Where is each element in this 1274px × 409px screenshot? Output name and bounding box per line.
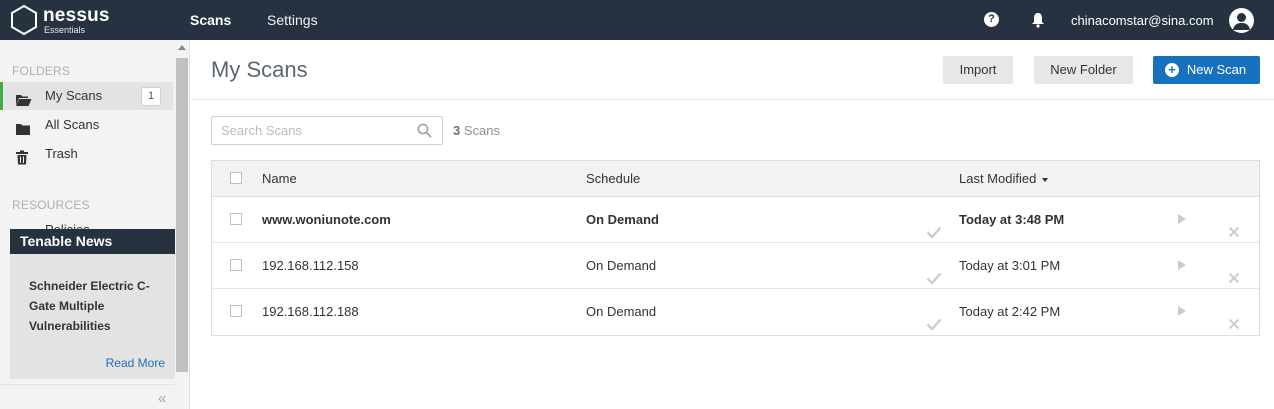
folder-icon bbox=[15, 118, 31, 135]
delete-scan-x-icon[interactable] bbox=[1228, 211, 1240, 238]
notifications-bell-icon[interactable] bbox=[1031, 12, 1047, 28]
resources-heading: RESOURCES bbox=[12, 198, 90, 212]
select-all-checkbox[interactable] bbox=[230, 172, 242, 184]
column-header-name[interactable]: Name bbox=[262, 161, 297, 197]
completed-check-icon bbox=[926, 212, 942, 239]
user-account-name[interactable]: chinacomstar@sina.com bbox=[1071, 0, 1214, 40]
sidebar: FOLDERS My Scans 1 All Scans Trash RESOU… bbox=[0, 40, 190, 409]
tenable-news-panel: Tenable News Schneider Electric C-Gate M… bbox=[10, 229, 175, 379]
row-checkbox[interactable] bbox=[230, 213, 242, 225]
top-navigation-bar: nessus Essentials Scans Settings ? china… bbox=[0, 0, 1274, 40]
scan-schedule: On Demand bbox=[586, 212, 659, 227]
completed-check-icon bbox=[926, 258, 942, 285]
scroll-up-arrow-icon[interactable] bbox=[178, 45, 186, 50]
sidebar-divider bbox=[0, 384, 189, 385]
folders-heading: FOLDERS bbox=[12, 64, 71, 78]
scan-count-number: 3 bbox=[453, 123, 461, 138]
scan-schedule: On Demand bbox=[586, 304, 657, 319]
page-title: My Scans bbox=[211, 57, 308, 82]
nav-scans[interactable]: Scans bbox=[190, 0, 231, 40]
scan-count-badge: 1 bbox=[141, 87, 161, 106]
search-icon[interactable] bbox=[417, 123, 432, 138]
sidebar-item-trash[interactable]: Trash bbox=[0, 140, 173, 168]
table-row[interactable]: 192.168.112.158 On Demand Today at 3:01 … bbox=[212, 243, 1259, 289]
search-box bbox=[211, 116, 443, 145]
launch-scan-play-icon[interactable] bbox=[1178, 214, 1186, 224]
table-row[interactable]: 192.168.112.188 On Demand Today at 2:42 … bbox=[212, 289, 1259, 335]
table-header: Name Schedule Last Modified bbox=[212, 161, 1259, 197]
scan-name[interactable]: www.woniunote.com bbox=[262, 197, 391, 242]
trash-icon bbox=[15, 147, 31, 165]
brand-edition: Essentials bbox=[44, 25, 86, 35]
new-scan-label: New Scan bbox=[1186, 62, 1247, 77]
row-checkbox[interactable] bbox=[230, 259, 242, 271]
scan-last-modified: Today at 3:48 PM bbox=[959, 212, 1065, 227]
help-icon[interactable]: ? bbox=[984, 12, 999, 27]
launch-scan-play-icon[interactable] bbox=[1178, 306, 1186, 316]
completed-check-icon bbox=[926, 304, 942, 331]
launch-scan-play-icon[interactable] bbox=[1178, 260, 1186, 270]
news-title: Tenable News bbox=[10, 229, 175, 254]
scan-count-suffix: Scans bbox=[463, 123, 500, 138]
table-row[interactable]: www.woniunote.com On Demand Today at 3:4… bbox=[212, 197, 1259, 243]
scans-table: Name Schedule Last Modified www.woniunot… bbox=[211, 160, 1260, 336]
row-checkbox[interactable] bbox=[230, 305, 242, 317]
sidebar-item-my-scans[interactable]: My Scans 1 bbox=[0, 82, 173, 110]
column-header-last-modified-label: Last Modified bbox=[959, 171, 1037, 186]
scan-last-modified: Today at 2:42 PM bbox=[959, 304, 1061, 319]
sidebar-item-label: All Scans bbox=[45, 117, 100, 132]
read-more-link[interactable]: Read More bbox=[106, 356, 165, 370]
column-header-schedule[interactable]: Schedule bbox=[586, 161, 640, 197]
nessus-logo[interactable]: nessus Essentials bbox=[10, 4, 120, 36]
sidebar-scroll-thumb[interactable] bbox=[176, 58, 188, 372]
main-content: My Scans Import New Folder + New Scan 3 … bbox=[191, 40, 1274, 409]
news-headline[interactable]: Schneider Electric C-Gate Multiple Vulne… bbox=[29, 276, 164, 336]
new-folder-button[interactable]: New Folder bbox=[1034, 56, 1133, 84]
brand-name: nessus bbox=[43, 5, 110, 26]
sidebar-item-label: My Scans bbox=[45, 88, 103, 103]
scan-count: 3 Scans bbox=[453, 123, 500, 138]
sort-descending-icon bbox=[1042, 177, 1049, 182]
scan-last-modified: Today at 3:01 PM bbox=[959, 258, 1061, 273]
sidebar-item-label: Trash bbox=[45, 146, 78, 161]
new-scan-button[interactable]: + New Scan bbox=[1153, 56, 1260, 84]
nav-settings[interactable]: Settings bbox=[267, 0, 318, 40]
delete-scan-x-icon[interactable] bbox=[1228, 303, 1240, 330]
sidebar-item-all-scans[interactable]: All Scans bbox=[0, 111, 173, 139]
scan-name[interactable]: 192.168.112.158 bbox=[262, 243, 359, 288]
import-button[interactable]: Import bbox=[943, 56, 1013, 84]
search-input[interactable] bbox=[212, 117, 412, 144]
header-divider bbox=[191, 99, 1274, 100]
user-avatar-icon[interactable] bbox=[1229, 8, 1254, 33]
column-header-last-modified[interactable]: Last Modified bbox=[959, 161, 1049, 197]
collapse-sidebar-icon[interactable]: « bbox=[158, 390, 166, 407]
scan-name[interactable]: 192.168.112.188 bbox=[262, 289, 359, 334]
plus-circle-icon: + bbox=[1165, 63, 1179, 77]
delete-scan-x-icon[interactable] bbox=[1228, 257, 1240, 284]
scan-schedule: On Demand bbox=[586, 258, 657, 273]
nessus-logo-icon bbox=[11, 5, 37, 35]
folder-open-icon bbox=[15, 89, 32, 106]
